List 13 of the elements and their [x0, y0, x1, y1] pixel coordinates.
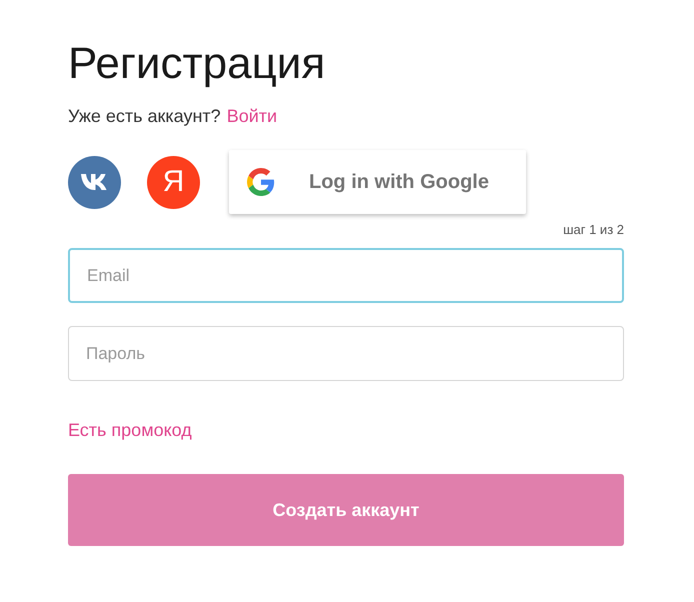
- vk-button[interactable]: [68, 156, 121, 208]
- vk-logo-icon: [80, 173, 110, 191]
- page-title: Регистрация: [68, 38, 326, 90]
- promo-code-link[interactable]: Есть промокод: [68, 417, 192, 444]
- text-field[interactable]: Email: [68, 248, 624, 303]
- google-login-button[interactable]: Log in with Google: [229, 150, 526, 214]
- create-account-button[interactable]: Создать аккаунт: [68, 474, 624, 546]
- login-prompt: Уже есть аккаунт?: [68, 105, 221, 128]
- yandex-button[interactable]: Я: [147, 156, 200, 208]
- google-logo-icon: [247, 168, 275, 196]
- text-field[interactable]: Пароль: [68, 326, 624, 381]
- login-link[interactable]: Войти: [226, 104, 278, 128]
- step-indicator: шаг 1 из 2: [563, 222, 624, 238]
